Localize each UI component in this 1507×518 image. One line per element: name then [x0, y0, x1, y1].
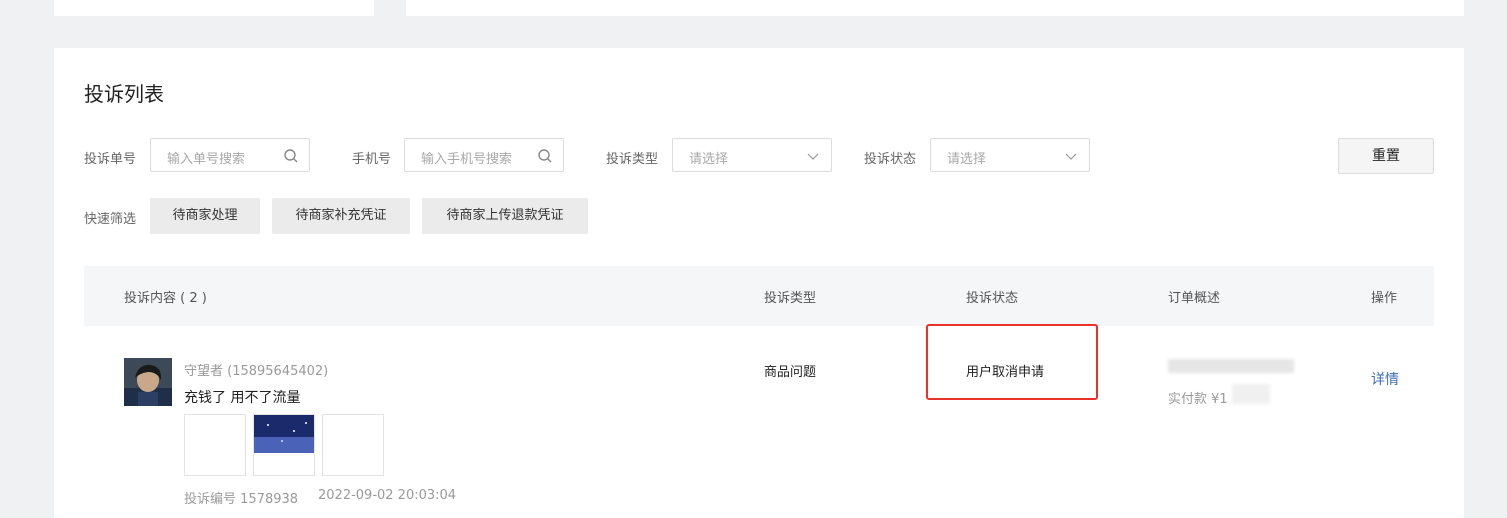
- phone-label: 手机号: [352, 152, 392, 167]
- type-label: 投诉类型: [606, 152, 659, 167]
- complaint-no-input[interactable]: 输入单号搜索: [150, 138, 310, 172]
- header-order: 订单概述: [1168, 291, 1221, 306]
- table-header: 投诉内容 ( 2 ) 投诉类型 投诉状态 订单概述 操作: [84, 266, 1434, 326]
- reset-button[interactable]: 重置: [1338, 138, 1434, 174]
- complaint-type: 商品问题: [764, 365, 817, 380]
- chevron-down-icon: [807, 153, 819, 160]
- paid-amount: 实付款 ¥1: [1168, 392, 1228, 407]
- quick-filter-pending-refund-proof[interactable]: 待商家上传退款凭证: [422, 198, 588, 234]
- top-right-card: [406, 0, 1464, 16]
- complaint-time: 2022-09-02 20:03:04: [318, 488, 457, 503]
- type-select[interactable]: 请选择: [672, 138, 832, 172]
- evidence-thumbnail[interactable]: [184, 414, 246, 476]
- quick-filter-pending-evidence[interactable]: 待商家补充凭证: [272, 198, 410, 234]
- header-type: 投诉类型: [764, 291, 817, 306]
- complaint-list-card: 投诉列表 投诉单号 输入单号搜索 手机号 输入手机号搜索 投诉类型 请选择 投诉…: [54, 48, 1464, 518]
- evidence-thumbnail[interactable]: [253, 414, 315, 476]
- complainant-name: 守望者 (15895645402): [184, 364, 329, 379]
- evidence-thumbnail[interactable]: [322, 414, 384, 476]
- quick-filter-label: 快速筛选: [84, 212, 137, 227]
- header-content: 投诉内容 ( 2 ): [124, 291, 207, 306]
- phone-placeholder: 输入手机号搜索: [421, 152, 513, 167]
- detail-link[interactable]: 详情: [1371, 369, 1399, 389]
- complaint-number: 投诉编号 1578938: [184, 492, 299, 507]
- paid-amount-redacted: [1232, 384, 1270, 404]
- complaint-no-label: 投诉单号: [84, 152, 137, 167]
- search-icon[interactable]: [283, 148, 299, 164]
- order-summary-redacted: [1168, 359, 1294, 373]
- status-label: 投诉状态: [864, 152, 917, 167]
- status-select[interactable]: 请选择: [930, 138, 1090, 172]
- top-left-card: [54, 0, 374, 16]
- avatar: [124, 358, 172, 406]
- page-title: 投诉列表: [84, 82, 164, 106]
- status-placeholder: 请选择: [947, 152, 987, 167]
- type-placeholder: 请选择: [689, 152, 729, 167]
- quick-filter-pending-merchant[interactable]: 待商家处理: [150, 198, 260, 234]
- search-icon[interactable]: [537, 148, 553, 164]
- complaint-no-placeholder: 输入单号搜索: [167, 152, 246, 167]
- complaint-status: 用户取消申请: [966, 365, 1045, 380]
- header-status: 投诉状态: [966, 291, 1019, 306]
- chevron-down-icon: [1065, 153, 1077, 160]
- phone-input[interactable]: 输入手机号搜索: [404, 138, 564, 172]
- complaint-content: 充钱了 用不了流量: [184, 390, 301, 406]
- header-action: 操作: [1371, 291, 1398, 306]
